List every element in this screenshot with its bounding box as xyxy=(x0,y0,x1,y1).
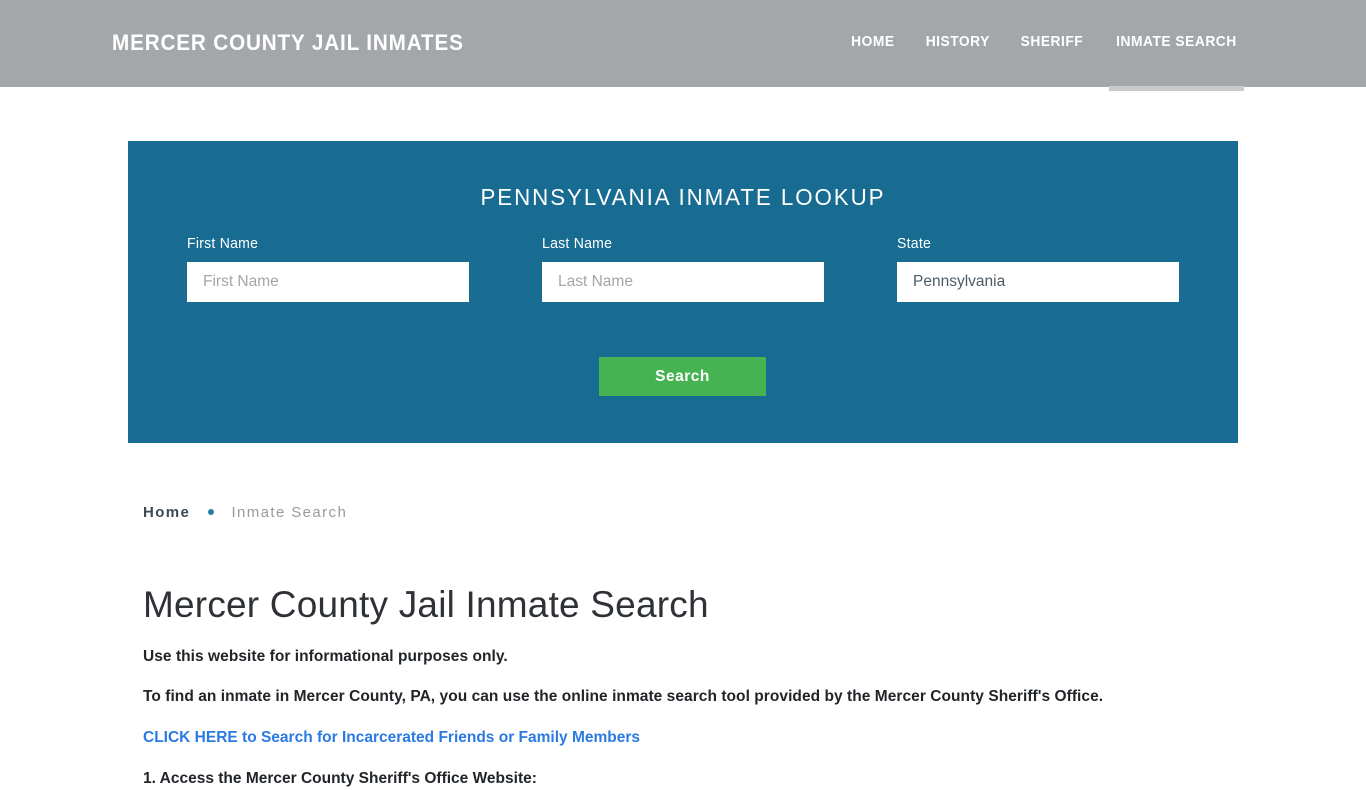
search-button[interactable]: Search xyxy=(599,357,766,396)
state-label: State xyxy=(897,236,932,252)
last-name-label: Last Name xyxy=(542,236,613,252)
nav-item-home-label: HOME xyxy=(851,34,895,50)
page-title: Mercer County Jail Inmate Search xyxy=(143,584,709,625)
lookup-panel-title: PENNSYLVANIA INMATE LOOKUP xyxy=(480,184,886,210)
incarcerated-search-link[interactable]: CLICK HERE to Search for Incarcerated Fr… xyxy=(143,727,1233,749)
breadcrumb-current-page: Inmate Search xyxy=(231,504,348,521)
nav-item-inmate-search[interactable]: INMATE SEARCH xyxy=(1099,0,1254,91)
first-name-input[interactable] xyxy=(187,262,469,302)
first-name-field-group: First Name xyxy=(187,236,469,302)
nav-item-home[interactable]: HOME xyxy=(836,0,910,87)
state-input[interactable] xyxy=(897,262,1179,302)
instructions-paragraph: To find an inmate in Mercer County, PA, … xyxy=(143,688,1104,705)
nav-item-history[interactable]: HISTORY xyxy=(910,0,1006,87)
site-brand-logo[interactable]: MERCER COUNTY JAIL INMATES xyxy=(112,30,464,56)
nav-item-inmate-search-label: INMATE SEARCH xyxy=(1116,34,1237,50)
breadcrumb-home-link[interactable]: Home xyxy=(143,504,190,521)
site-header: MERCER COUNTY JAIL INMATES HOME HISTORY … xyxy=(0,0,1366,91)
lookup-field-row: First Name Last Name State xyxy=(128,236,1238,304)
state-field-group: State xyxy=(897,236,1179,302)
nav-item-sheriff[interactable]: SHERIFF xyxy=(1005,0,1099,87)
first-name-label: First Name xyxy=(187,236,259,252)
last-name-field-group: Last Name xyxy=(542,236,824,302)
nav-item-sheriff-label: SHERIFF xyxy=(1020,34,1084,50)
inmate-lookup-panel: PENNSYLVANIA INMATE LOOKUP First Name La… xyxy=(128,141,1238,443)
main-content: Home Inmate Search Mercer County Jail In… xyxy=(143,503,1233,790)
intro-paragraph: Use this website for informational purpo… xyxy=(143,648,508,665)
step-1-heading: 1. Access the Mercer County Sheriff's Of… xyxy=(143,770,537,787)
breadcrumb-separator-dot-icon xyxy=(207,509,214,516)
last-name-input[interactable] xyxy=(542,262,824,302)
nav-item-history-label: HISTORY xyxy=(925,34,990,50)
main-navigation: HOME HISTORY SHERIFF INMATE SEARCH xyxy=(836,0,1254,91)
breadcrumb: Home Inmate Search xyxy=(143,503,1233,523)
